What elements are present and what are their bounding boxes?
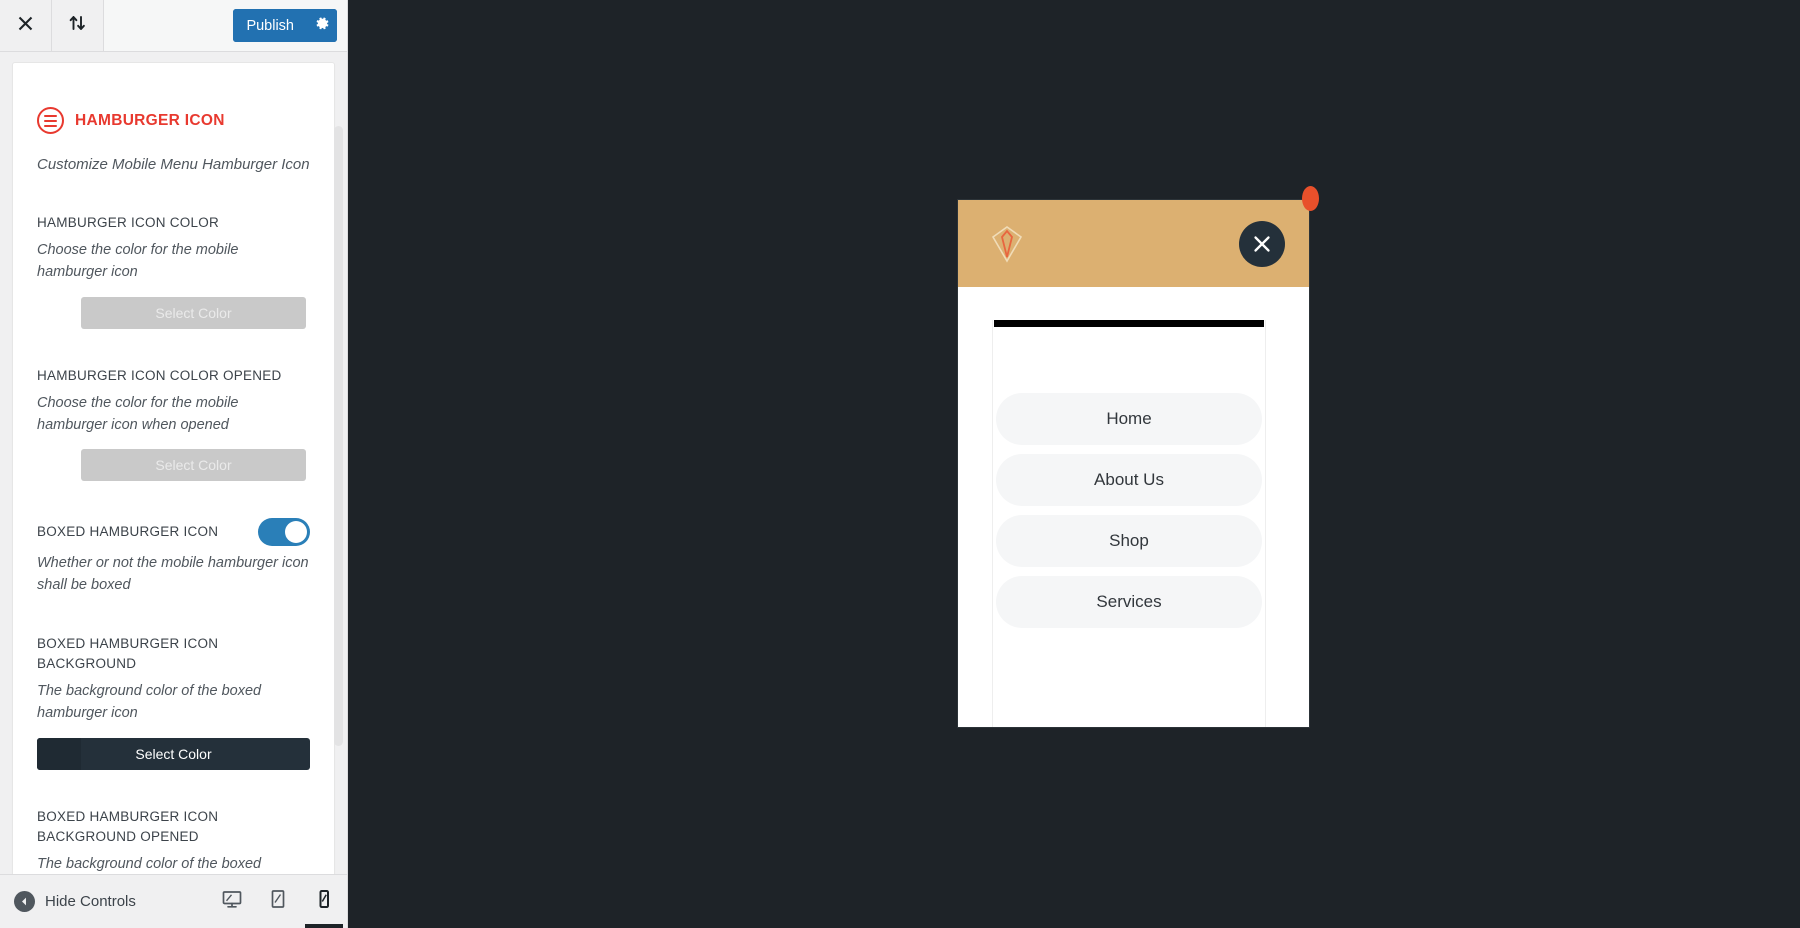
field-boxed-hamburger-icon-background-opened: BOXED HAMBURGER ICON BACKGROUND OPENED T… bbox=[37, 807, 310, 874]
field-description: Choose the color for the mobile hamburge… bbox=[37, 242, 239, 280]
sidebar-scrollbar-track[interactable] bbox=[334, 52, 345, 874]
tablet-icon bbox=[267, 888, 289, 915]
menu-item-home[interactable]: Home bbox=[996, 393, 1262, 445]
hamburger-icon-panel: HAMBURGER ICON Customize Mobile Menu Ham… bbox=[12, 62, 335, 874]
menu-item-shop[interactable]: Shop bbox=[996, 515, 1262, 567]
header-spacer bbox=[104, 0, 234, 51]
site-header bbox=[958, 186, 1319, 287]
select-color-label: Select Color bbox=[155, 304, 232, 321]
field-label: BOXED HAMBURGER ICON bbox=[37, 524, 219, 540]
select-color-label: Select Color bbox=[135, 745, 212, 762]
publish-area: Publish bbox=[233, 0, 347, 51]
publish-settings-button[interactable] bbox=[307, 9, 337, 42]
mobile-menu-close-button[interactable] bbox=[1239, 220, 1285, 267]
close-icon bbox=[17, 15, 34, 37]
menu-item-label: Home bbox=[1106, 409, 1152, 428]
color-swatch bbox=[37, 737, 81, 770]
customizer-app: Publish HAMBURGER ICON Customize Mobile … bbox=[0, 0, 1800, 928]
publish-group: Publish bbox=[233, 9, 337, 42]
select-color-button[interactable]: Select Color bbox=[81, 296, 306, 329]
publish-button[interactable]: Publish bbox=[233, 9, 307, 42]
collapse-left-icon bbox=[14, 891, 35, 912]
toggle-row: BOXED HAMBURGER ICON bbox=[37, 518, 310, 547]
panel-title: HAMBURGER ICON bbox=[75, 111, 225, 129]
field-description: The background color of the boxed hambur… bbox=[37, 856, 262, 873]
sidebar-footer: Hide Controls bbox=[0, 874, 347, 928]
preview-area: Home About Us Shop Services bbox=[348, 0, 1800, 928]
sidebar-scrollbar-thumb[interactable] bbox=[334, 126, 343, 746]
hamburger-circle-icon bbox=[37, 107, 64, 134]
field-hamburger-icon-color-opened: HAMBURGER ICON COLOR OPENED Choose the c… bbox=[37, 366, 310, 482]
field-label: HAMBURGER ICON COLOR OPENED bbox=[37, 367, 282, 383]
field-label: HAMBURGER ICON COLOR bbox=[37, 214, 220, 230]
field-boxed-hamburger-icon-background: BOXED HAMBURGER ICON BACKGROUND The back… bbox=[37, 634, 310, 770]
field-description: Choose the color for the mobile hamburge… bbox=[37, 394, 239, 433]
customizer-sidebar: Publish HAMBURGER ICON Customize Mobile … bbox=[0, 0, 348, 928]
device-button-tablet[interactable] bbox=[255, 875, 301, 928]
field-label: BOXED HAMBURGER ICON BACKGROUND OPENED bbox=[37, 808, 219, 844]
device-preview-group bbox=[209, 875, 347, 928]
sort-updown-icon bbox=[68, 14, 87, 37]
gear-icon bbox=[315, 16, 330, 36]
select-color-button[interactable]: Select Color bbox=[81, 449, 306, 482]
sidebar-header: Publish bbox=[0, 0, 347, 52]
device-button-mobile[interactable] bbox=[301, 875, 347, 928]
panel-description: Customize Mobile Menu Hamburger Icon bbox=[37, 156, 310, 173]
mobile-menu-list: Home About Us Shop Services bbox=[993, 327, 1265, 628]
menu-item-about-us[interactable]: About Us bbox=[996, 454, 1262, 506]
mobile-device-preview: Home About Us Shop Services bbox=[957, 186, 1319, 728]
mobile-menu-panel: Home About Us Shop Services bbox=[992, 320, 1266, 727]
field-label: BOXED HAMBURGER ICON BACKGROUND bbox=[37, 635, 219, 671]
menu-top-divider bbox=[994, 320, 1264, 327]
menu-item-label: Services bbox=[1096, 592, 1162, 611]
device-button-desktop[interactable] bbox=[209, 875, 255, 928]
field-boxed-hamburger-icon: BOXED HAMBURGER ICON Whether or not the … bbox=[37, 518, 310, 597]
menu-item-label: About Us bbox=[1094, 470, 1164, 489]
panel-title-row: HAMBURGER ICON bbox=[37, 63, 310, 134]
desktop-icon bbox=[221, 888, 243, 915]
hide-controls-label: Hide Controls bbox=[45, 893, 136, 910]
toggle-knob bbox=[285, 521, 307, 544]
field-description: Whether or not the mobile hamburger icon… bbox=[37, 555, 309, 593]
changeset-sort-button[interactable] bbox=[52, 0, 104, 51]
sidebar-scroll-area: HAMBURGER ICON Customize Mobile Menu Ham… bbox=[0, 52, 347, 874]
hide-controls-button[interactable]: Hide Controls bbox=[14, 891, 136, 912]
boxed-hamburger-icon-toggle[interactable] bbox=[258, 518, 310, 547]
gem-diamond-logo[interactable] bbox=[990, 224, 1024, 264]
mobile-icon bbox=[313, 888, 335, 915]
select-color-label: Select Color bbox=[155, 457, 232, 474]
field-description: The background color of the boxed hambur… bbox=[37, 683, 262, 721]
select-color-button[interactable]: Select Color bbox=[37, 737, 310, 770]
menu-item-label: Shop bbox=[1109, 531, 1149, 550]
notification-dot bbox=[1302, 186, 1319, 211]
field-hamburger-icon-color: HAMBURGER ICON COLOR Choose the color fo… bbox=[37, 213, 310, 329]
close-customizer-button[interactable] bbox=[0, 0, 52, 51]
menu-item-services[interactable]: Services bbox=[996, 576, 1262, 628]
